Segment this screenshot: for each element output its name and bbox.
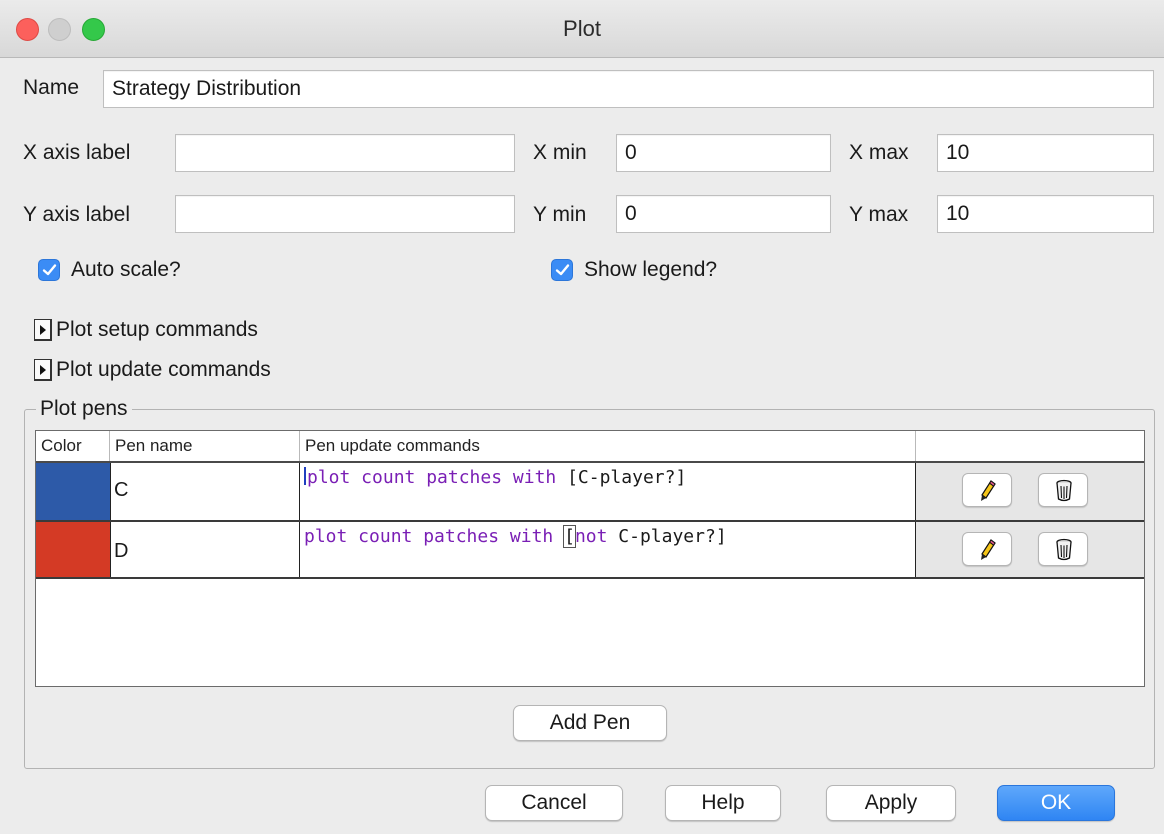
command-text: C-player?] (607, 526, 727, 547)
x-axis-label-field[interactable] (175, 134, 515, 172)
show-legend-label: Show legend? (584, 258, 718, 281)
pencil-icon (981, 480, 996, 501)
pen-command-cell[interactable]: plot count patches with [C-player?] (300, 463, 916, 520)
show-legend-checkbox[interactable] (551, 259, 573, 281)
command-bracket: [ (563, 525, 576, 548)
text-caret (304, 467, 306, 485)
x-axis-label-label: X axis label (23, 141, 131, 164)
update-commands-label[interactable]: Plot update commands (56, 358, 271, 382)
auto-scale-label: Auto scale? (71, 258, 181, 281)
pens-table: Color Pen name Pen update commands C plo… (35, 430, 1145, 687)
x-max-field[interactable] (937, 134, 1154, 172)
column-header-color[interactable]: Color (36, 431, 110, 461)
setup-commands-toggle[interactable] (34, 319, 52, 341)
cancel-button[interactable]: Cancel (485, 785, 623, 821)
checkmark-icon (555, 264, 570, 276)
y-max-label: Y max (849, 203, 909, 226)
triangle-right-icon (40, 325, 46, 335)
y-min-label: Y min (533, 203, 587, 226)
column-header-pen-name[interactable]: Pen name (110, 431, 300, 461)
ok-button[interactable]: OK (997, 785, 1115, 821)
x-min-label: X min (533, 141, 587, 164)
table-row: C plot count patches with [C-player?] (36, 463, 1144, 520)
command-keyword: plot count patches with (304, 526, 554, 547)
table-row: D plot count patches with [not C-player?… (36, 522, 1144, 579)
row-divider (36, 577, 1144, 579)
delete-pen-button[interactable] (1038, 473, 1088, 507)
y-max-field[interactable] (937, 195, 1154, 233)
delete-pen-button[interactable] (1038, 532, 1088, 566)
name-label: Name (23, 76, 80, 99)
pen-actions-cell (916, 522, 1144, 579)
y-axis-label-field[interactable] (175, 195, 515, 233)
checkmark-icon (42, 264, 57, 276)
pen-name-cell[interactable]: D (110, 522, 300, 579)
plot-pens-title: Plot pens (36, 397, 132, 421)
x-max-label: X max (849, 141, 909, 164)
edit-pen-button[interactable] (962, 473, 1012, 507)
help-button[interactable]: Help (665, 785, 781, 821)
add-pen-button[interactable]: Add Pen (513, 705, 667, 741)
pen-actions-cell (916, 463, 1144, 520)
command-text: [C-player?] (556, 467, 687, 488)
y-min-field[interactable] (616, 195, 831, 233)
apply-button[interactable]: Apply (826, 785, 956, 821)
column-header-pen-update-commands[interactable]: Pen update commands (300, 431, 916, 461)
pen-color-swatch[interactable] (36, 463, 110, 520)
triangle-right-icon (40, 365, 46, 375)
column-header-actions (916, 431, 1144, 461)
edit-pen-button[interactable] (962, 532, 1012, 566)
command-not-keyword: not (574, 526, 608, 547)
setup-commands-label[interactable]: Plot setup commands (56, 318, 258, 342)
pen-name-cell[interactable]: C (110, 463, 300, 520)
trash-icon (1056, 479, 1072, 502)
command-keyword: plot count patches with (307, 467, 557, 488)
trash-icon (1056, 538, 1072, 561)
title-bar: Plot (0, 0, 1164, 58)
pen-command-cell[interactable]: plot count patches with [not C-player?] (300, 522, 916, 579)
auto-scale-checkbox[interactable] (38, 259, 60, 281)
pencil-icon (981, 539, 996, 560)
name-field[interactable] (103, 70, 1154, 108)
update-commands-toggle[interactable] (34, 359, 52, 381)
y-axis-label-label: Y axis label (23, 203, 131, 226)
window-title: Plot (563, 16, 601, 41)
x-min-field[interactable] (616, 134, 831, 172)
pen-color-swatch[interactable] (36, 522, 110, 579)
